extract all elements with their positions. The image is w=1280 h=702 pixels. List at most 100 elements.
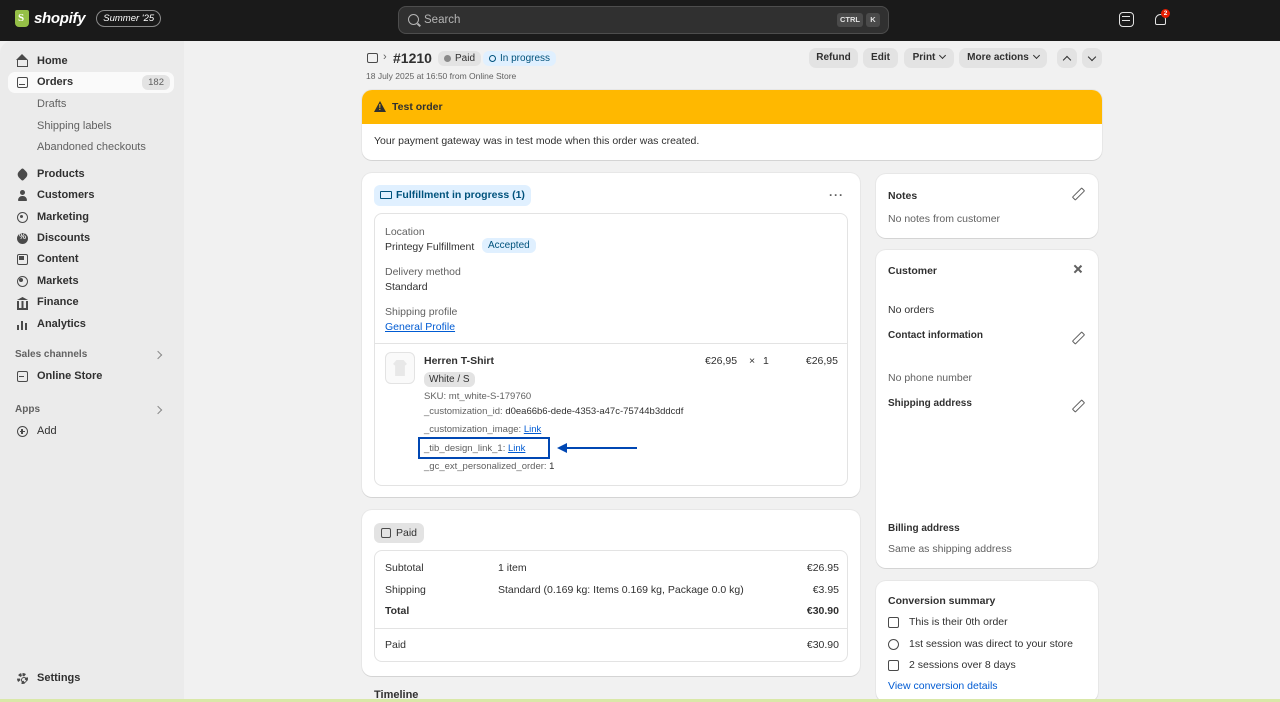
sidebar-item-markets[interactable]: Markets — [8, 271, 174, 292]
banner-message: Your payment gateway was in test mode wh… — [374, 135, 700, 147]
edition-badge: Summer '25 — [96, 10, 162, 27]
orders-icon — [17, 77, 28, 88]
divider — [375, 343, 847, 344]
chevron-right-icon[interactable] — [153, 405, 163, 415]
session-icon — [888, 639, 899, 650]
order-meta: 18 July 2025 at 16:50 from Online Store — [366, 71, 517, 81]
sidebar-item-customers[interactable]: Customers — [8, 185, 174, 206]
subtotal-row: Subtotal 1 item €26.95 — [385, 562, 839, 574]
notification-badge: 2 — [1161, 9, 1170, 18]
orders-icon[interactable] — [367, 53, 378, 63]
orders-count-badge: 182 — [142, 75, 170, 90]
product-price: €26,95 — [705, 355, 738, 367]
close-icon[interactable] — [1073, 264, 1083, 274]
sidebar-item-label: Marketing — [37, 211, 89, 223]
banner-header: Test order — [362, 90, 1102, 124]
shipping-profile-link[interactable]: General Profile — [385, 321, 455, 333]
conversion-title: Conversion summary — [888, 595, 996, 607]
sidebar-item-finance[interactable]: Finance — [8, 292, 174, 313]
warning-icon — [374, 101, 386, 112]
sidebar-item-add-app[interactable]: Add — [8, 421, 174, 442]
sidebar-item-marketing[interactable]: Marketing — [8, 207, 174, 228]
sidebar-item-abandoned-checkouts[interactable]: Abandoned checkouts — [37, 141, 146, 153]
shipping-row: Shipping Standard (0.169 kg: Items 0.169… — [385, 584, 839, 596]
conversion-row: This is their 0th order — [888, 616, 1008, 628]
edit-pencil-icon[interactable] — [1072, 332, 1083, 343]
status-dot-icon — [444, 55, 451, 62]
edit-button[interactable]: Edit — [863, 48, 898, 68]
sidebar-item-label: Customers — [37, 189, 95, 201]
sidebar-item-settings[interactable]: Settings — [8, 668, 174, 689]
fulfillment-status-badge: In progress — [483, 51, 557, 66]
store-icon[interactable] — [1119, 12, 1134, 27]
shortcut-k: K — [866, 13, 880, 27]
sidebar-item-label: Markets — [37, 275, 79, 287]
sidebar-item-label: Home — [37, 55, 68, 67]
paid-badge: Paid — [374, 523, 425, 543]
payment-summary: Subtotal 1 item €26.95 Shipping Standard… — [374, 550, 848, 662]
delivery-method-label: Delivery method — [385, 266, 461, 278]
sidebar-item-home[interactable]: Home — [8, 51, 174, 72]
shopify-bag-icon — [15, 10, 29, 27]
search-bar[interactable]: Search CTRL K — [398, 6, 889, 34]
view-conversion-details-link[interactable]: View conversion details — [888, 680, 998, 692]
product-name[interactable]: Herren T-Shirt — [424, 355, 494, 367]
edit-pencil-icon[interactable] — [1072, 400, 1083, 411]
sidebar-item-label: Discounts — [37, 232, 91, 244]
customization-image: _customization_image: Link — [424, 424, 542, 435]
shipping-address-label: Shipping address — [888, 398, 972, 409]
sidebar-item-orders[interactable]: Orders 182 — [8, 72, 174, 93]
next-order-button[interactable] — [1082, 48, 1102, 68]
sidebar-item-discounts[interactable]: Discounts — [8, 228, 174, 249]
refund-button[interactable]: Refund — [809, 48, 858, 68]
person-icon — [17, 190, 28, 201]
target-icon — [17, 212, 28, 223]
variant-badge: White / S — [424, 372, 475, 387]
print-button[interactable]: Print — [904, 48, 954, 68]
shopify-logo[interactable]: shopify Summer '25 — [15, 10, 162, 27]
chevron-down-icon — [1032, 51, 1040, 60]
sku: SKU: mt_white-S-179760 — [424, 391, 532, 402]
paid-row: Paid €30.90 — [385, 639, 839, 651]
billing-address-text: Same as shipping address — [888, 543, 1012, 555]
sidebar-item-online-store[interactable]: Online Store — [8, 366, 174, 387]
customer-title: Customer — [888, 265, 938, 277]
more-options-icon[interactable]: ··· — [829, 188, 844, 202]
page-title: #1210 — [393, 50, 432, 66]
sidebar-item-analytics[interactable]: Analytics — [8, 314, 174, 335]
sidebar-item-content[interactable]: Content — [8, 249, 174, 270]
content-icon — [17, 254, 28, 265]
notes-card: Notes No notes from customer — [876, 174, 1098, 238]
chevron-right-icon[interactable] — [153, 350, 163, 360]
sidebar-item-shipping-labels[interactable]: Shipping labels — [37, 120, 112, 132]
gear-icon — [17, 673, 28, 684]
sidebar-item-products[interactable]: Products — [8, 164, 174, 185]
previous-order-button[interactable] — [1057, 48, 1077, 68]
bank-icon — [17, 297, 28, 310]
sidebar-item-drafts[interactable]: Drafts — [37, 98, 66, 110]
shortcut-ctrl: CTRL — [837, 13, 863, 27]
chevron-down-icon — [1087, 52, 1097, 62]
sidebar: Home Orders 182 Drafts Shipping labels A… — [0, 41, 184, 702]
product-thumbnail[interactable] — [385, 352, 415, 384]
notifications-button[interactable]: 2 — [1153, 9, 1170, 27]
tag-icon — [15, 167, 30, 182]
sidebar-item-label: Settings — [37, 672, 81, 684]
sidebar-item-label: Finance — [37, 296, 79, 308]
plus-circle-icon — [17, 426, 28, 437]
customization-image-link[interactable]: Link — [524, 424, 541, 435]
more-actions-button[interactable]: More actions — [959, 48, 1047, 68]
breadcrumb-separator: › — [383, 51, 387, 63]
home-icon — [16, 54, 28, 67]
cart-icon — [888, 660, 899, 671]
conversion-row: 2 sessions over 8 days — [888, 659, 1016, 671]
highlight-box — [418, 437, 550, 459]
edit-pencil-icon[interactable] — [1072, 188, 1083, 199]
customer-card: Customer No orders Contact information N… — [876, 250, 1098, 568]
truck-icon — [380, 191, 392, 199]
sales-channels-label: Sales channels — [15, 349, 88, 360]
payment-status-badge: Paid — [438, 51, 482, 66]
chevron-up-icon — [1062, 55, 1072, 65]
conversion-row: 1st session was direct to your store — [888, 638, 1073, 650]
orders-history-icon — [888, 617, 899, 628]
